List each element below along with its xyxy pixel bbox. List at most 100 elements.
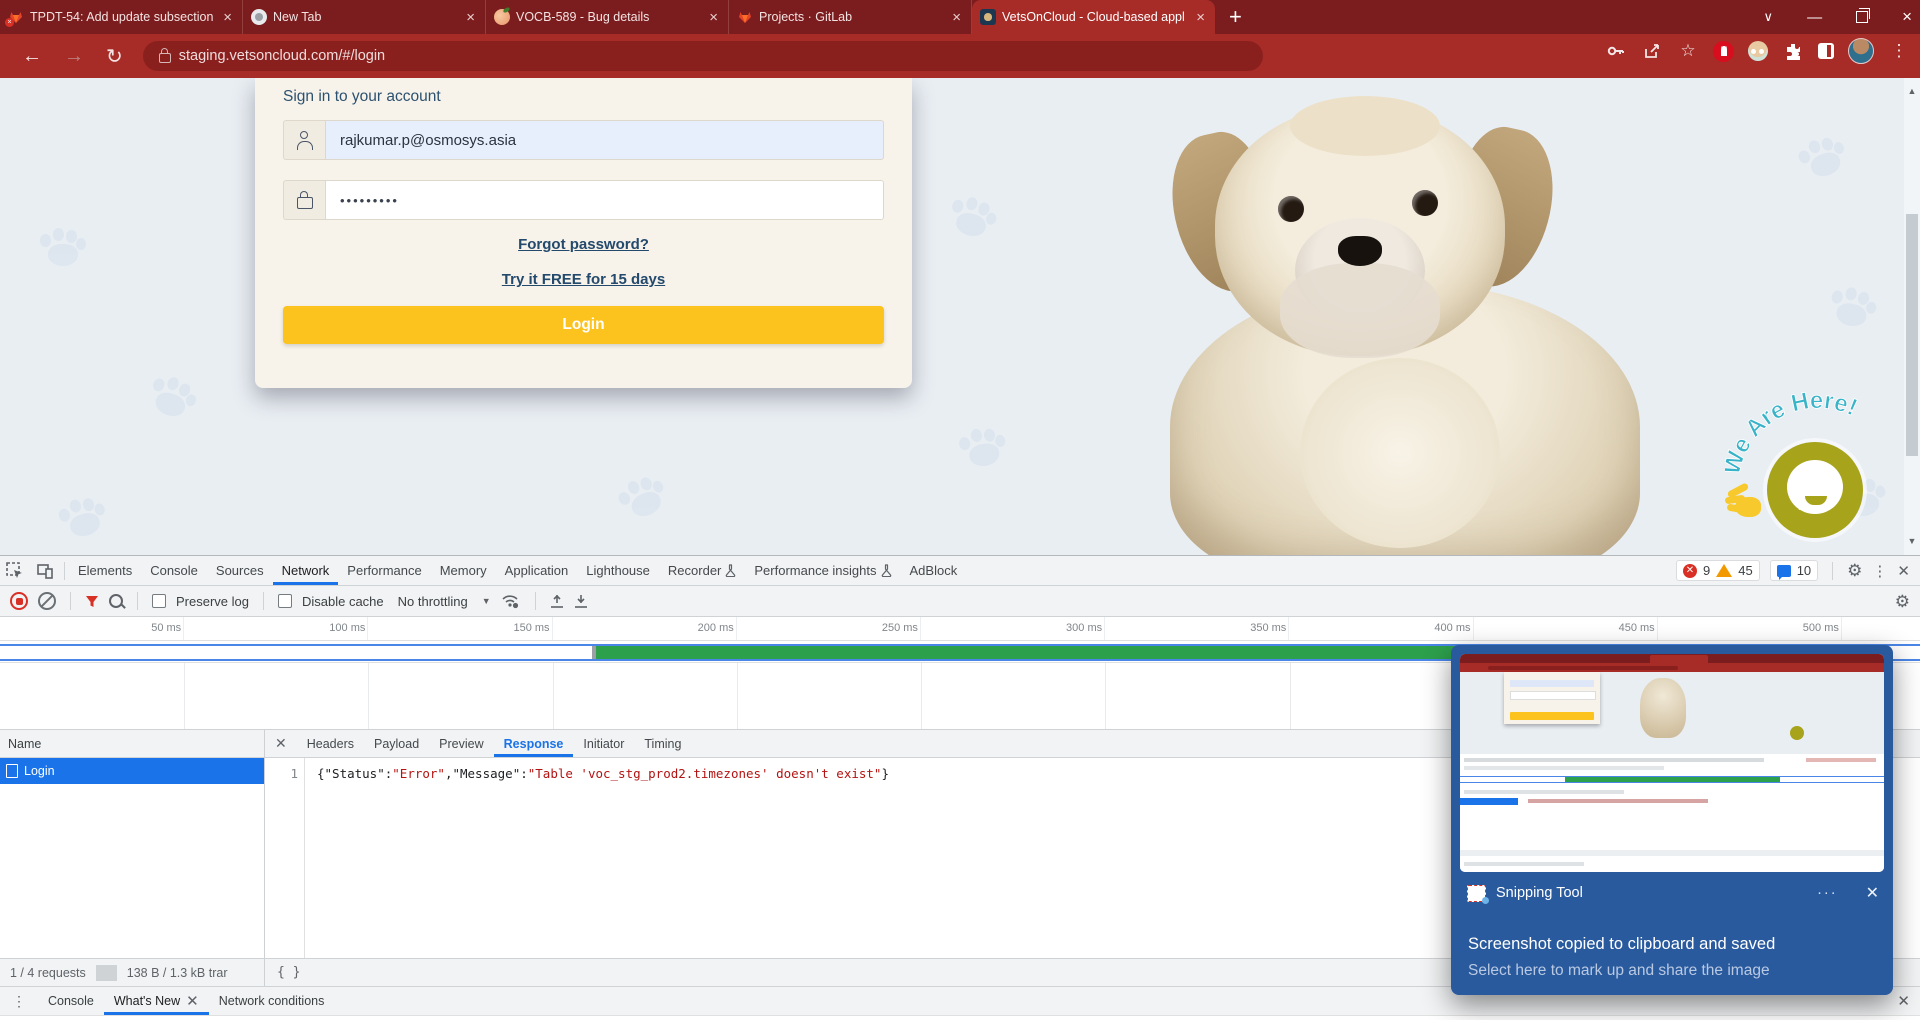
drawer-tab-console[interactable]: Console: [38, 987, 104, 1015]
inspect-element-icon[interactable]: [6, 562, 24, 580]
lock-icon[interactable]: [159, 53, 171, 63]
notification-close-icon[interactable]: ✕: [1866, 883, 1879, 903]
close-detail-icon[interactable]: ✕: [265, 735, 297, 752]
tab-title: VetsOnCloud - Cloud-based appl: [1002, 10, 1188, 24]
devtools-tab-recorder[interactable]: Recorder: [659, 556, 745, 585]
request-row-login[interactable]: Login: [0, 758, 264, 784]
clear-network-log-icon[interactable]: [38, 592, 56, 610]
tab-close-icon[interactable]: ×: [707, 9, 720, 26]
filter-icon[interactable]: [85, 595, 99, 608]
email-input[interactable]: rajkumar.p@osmosys.asia: [325, 120, 884, 160]
notification-more-icon[interactable]: ···: [1817, 885, 1838, 901]
throttling-select[interactable]: No throttling: [398, 594, 468, 609]
preserve-log-checkbox[interactable]: [152, 594, 166, 608]
profile-avatar[interactable]: [1848, 38, 1874, 64]
avatar-extension-icon[interactable]: [1748, 41, 1768, 61]
export-har-icon[interactable]: [574, 594, 588, 609]
drawer-close-icon[interactable]: ✕: [1897, 992, 1910, 1010]
devtools-close-icon[interactable]: ✕: [1897, 562, 1910, 580]
devtools-menu-icon[interactable]: ⋮: [1872, 562, 1887, 580]
detail-tab-timing[interactable]: Timing: [634, 730, 691, 757]
extensions-puzzle-icon[interactable]: [1782, 40, 1804, 62]
toolbar-extensions: ☆ ⋮: [1605, 38, 1910, 64]
devtools-settings-gear-icon[interactable]: ⚙: [1847, 561, 1862, 581]
tab-search-chevron-icon[interactable]: ∨: [1764, 9, 1774, 25]
devtools-tab-performance-insights[interactable]: Performance insights: [745, 556, 900, 585]
tab-title: New Tab: [273, 10, 458, 24]
snipping-tool-notification[interactable]: Snipping Tool ··· ✕ Screenshot copied to…: [1451, 645, 1893, 995]
disable-cache-checkbox[interactable]: [278, 594, 292, 608]
forward-button-icon[interactable]: →: [64, 45, 84, 68]
chat-bubble-button[interactable]: [1767, 442, 1863, 538]
password-key-icon[interactable]: [1605, 40, 1627, 62]
detail-tab-initiator[interactable]: Initiator: [573, 730, 634, 757]
menu-dots-icon[interactable]: ⋮: [1888, 40, 1910, 62]
tab-title: TPDT-54: Add update subsection: [30, 10, 215, 24]
record-network-log-icon[interactable]: [10, 592, 28, 610]
devtools-tab-sources[interactable]: Sources: [207, 556, 273, 585]
tab-close-icon[interactable]: ×: [464, 9, 477, 26]
close-window-button[interactable]: ×: [1902, 7, 1912, 27]
detail-tab-preview[interactable]: Preview: [429, 730, 493, 757]
tick-label: 50 ms: [0, 617, 184, 640]
tab-gitlab-issue[interactable]: × TPDT-54: Add update subsection ×: [0, 0, 243, 34]
detail-tab-headers[interactable]: Headers: [297, 730, 364, 757]
page-scrollbar[interactable]: ▲ ▼: [1904, 78, 1920, 555]
notification-subtitle[interactable]: Select here to mark up and share the ima…: [1468, 962, 1770, 980]
forgot-password-link[interactable]: Forgot password?: [255, 236, 912, 253]
devtools-tab-performance[interactable]: Performance: [338, 556, 430, 585]
devtools-tab-console[interactable]: Console: [141, 556, 207, 585]
restore-button[interactable]: [1856, 11, 1868, 23]
tab-close-icon[interactable]: ×: [221, 9, 234, 26]
network-settings-gear-icon[interactable]: ⚙: [1895, 592, 1910, 612]
password-input[interactable]: •••••••••: [325, 180, 884, 220]
url-text[interactable]: staging.vetsoncloud.com/#/login: [179, 48, 385, 64]
name-column-header[interactable]: Name: [0, 730, 264, 758]
devtools-tab-network[interactable]: Network: [273, 556, 339, 585]
devtools-tab-memory[interactable]: Memory: [431, 556, 496, 585]
close-drawer-tab-icon[interactable]: ✕: [186, 992, 199, 1010]
address-bar[interactable]: staging.vetsoncloud.com/#/login: [143, 41, 1263, 71]
email-field[interactable]: rajkumar.p@osmosys.asia: [283, 120, 884, 160]
tab-bug-details[interactable]: VOCB-589 - Bug details ×: [486, 0, 729, 34]
password-field[interactable]: •••••••••: [283, 180, 884, 220]
tab-close-icon[interactable]: ×: [1194, 9, 1207, 26]
share-icon[interactable]: [1641, 40, 1663, 62]
scrollbar-thumb[interactable]: [1906, 214, 1918, 456]
detail-tab-response[interactable]: Response: [494, 730, 574, 757]
chat-widget[interactable]: We Are Here!: [1725, 390, 1905, 555]
messages-badge[interactable]: 10: [1770, 560, 1818, 581]
device-toolbar-icon[interactable]: [36, 562, 54, 580]
network-conditions-icon[interactable]: [501, 593, 521, 609]
minimize-button[interactable]: —: [1807, 9, 1822, 26]
sidebar-panel-icon[interactable]: [1818, 43, 1834, 59]
new-tab-button[interactable]: +: [1229, 4, 1242, 30]
search-network-icon[interactable]: [109, 594, 123, 608]
paw-print: [1827, 284, 1880, 331]
devtools-tab-elements[interactable]: Elements: [69, 556, 141, 585]
reload-button-icon[interactable]: ↻: [106, 44, 123, 69]
adblock-extension-icon[interactable]: [1713, 41, 1734, 62]
back-button-icon[interactable]: ←: [22, 45, 42, 68]
devtools-tab-adblock[interactable]: AdBlock: [901, 556, 967, 585]
devtools-tab-lighthouse[interactable]: Lighthouse: [577, 556, 659, 585]
free-trial-link[interactable]: Try it FREE for 15 days: [255, 271, 912, 288]
import-har-icon[interactable]: [550, 594, 564, 609]
scroll-up-icon[interactable]: ▲: [1906, 86, 1918, 96]
drawer-tab-network-conditions[interactable]: Network conditions: [209, 987, 335, 1015]
format-response-button[interactable]: { }: [265, 965, 300, 980]
login-button[interactable]: Login: [283, 306, 884, 344]
detail-tab-payload[interactable]: Payload: [364, 730, 429, 757]
tab-vetsoncloud-active[interactable]: VetsOnCloud - Cloud-based appl ×: [972, 0, 1215, 34]
scroll-down-icon[interactable]: ▼: [1906, 536, 1918, 546]
error-count-icon: ✕: [1683, 564, 1697, 578]
bookmark-star-icon[interactable]: ☆: [1677, 40, 1699, 62]
drawer-tab-whats-new[interactable]: What's New ✕: [104, 987, 209, 1015]
console-issues-badges[interactable]: ✕ 9 45: [1676, 560, 1760, 581]
devtools-tab-application[interactable]: Application: [496, 556, 578, 585]
tab-close-icon[interactable]: ×: [950, 9, 963, 26]
screenshot-thumbnail[interactable]: [1460, 654, 1884, 872]
drawer-menu-icon[interactable]: ⋮: [0, 993, 38, 1010]
tab-new-tab[interactable]: New Tab ×: [243, 0, 486, 34]
tab-gitlab-projects[interactable]: Projects · GitLab ×: [729, 0, 972, 34]
